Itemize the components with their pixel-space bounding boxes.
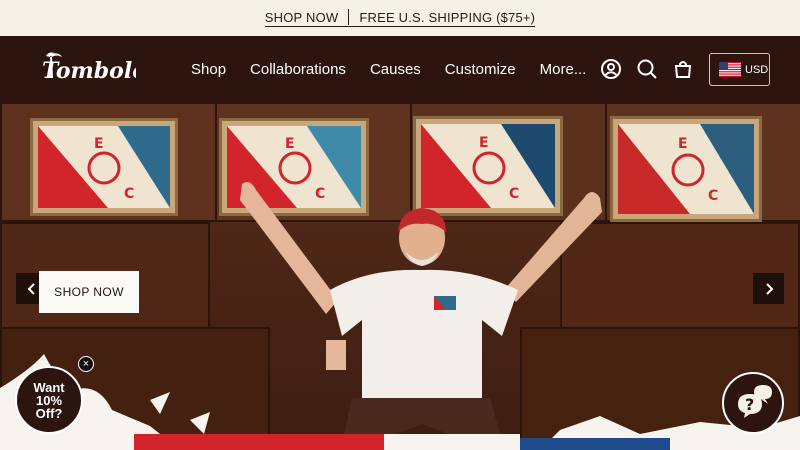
svg-text:?: ? [745,395,754,414]
currency-code: USD [745,63,769,76]
discount-popup-button[interactable]: Want 10% Off? [15,366,83,434]
promo-line2: 10% [35,392,63,408]
hero-banner: E C E C E C E C SHOP NOW [0,102,800,450]
nav-more[interactable]: More... [540,61,587,78]
announcement-divider [348,9,350,25]
carousel-next-button[interactable] [753,273,784,304]
us-flag-icon [719,62,741,77]
logo-text: Tombolo [42,58,136,84]
announcement-bar: SHOP NOW FREE U.S. SHIPPING ($75+) [0,0,800,36]
nav-customize[interactable]: Customize [445,61,516,78]
svg-text:E: E [94,136,104,152]
framed-flag: E C [610,116,762,222]
nav-shop[interactable]: Shop [191,61,226,78]
chevron-right-icon [765,282,773,295]
chevron-left-icon [27,282,35,295]
svg-text:E: E [678,136,688,152]
framed-flag: E C [30,118,178,216]
chat-bubbles-icon: ? [738,385,772,418]
site-header: Tombolo Shop Collaborations Causes Custo… [0,36,800,102]
svg-text:C: C [124,186,134,202]
announcement-link[interactable]: SHOP NOW FREE U.S. SHIPPING ($75+) [264,9,536,27]
chat-button[interactable]: ? [722,372,784,434]
account-icon[interactable] [600,58,622,80]
hero-shop-now-button[interactable]: SHOP NOW [39,271,139,313]
currency-selector[interactable]: USD [709,53,770,86]
palm-logo-icon: Tombolo [42,52,147,84]
svg-text:C: C [708,188,718,204]
announcement-shop-now[interactable]: SHOP NOW [265,10,339,25]
promo-line3: Off? [35,405,63,421]
promo-line1: Want [33,379,65,395]
announcement-shipping: FREE U.S. SHIPPING ($75+) [359,9,536,25]
promo-close-button[interactable]: × [78,356,94,372]
paint-splash-decoration [0,354,800,450]
svg-text:E: E [479,135,489,151]
logo[interactable]: Tombolo [40,48,147,88]
search-icon[interactable] [636,58,658,80]
main-nav: Shop Collaborations Causes Customize Mor… [191,36,610,102]
svg-text:E: E [285,136,295,152]
nav-collaborations[interactable]: Collaborations [250,61,346,78]
cart-icon[interactable] [672,58,694,80]
nav-causes[interactable]: Causes [370,61,421,78]
